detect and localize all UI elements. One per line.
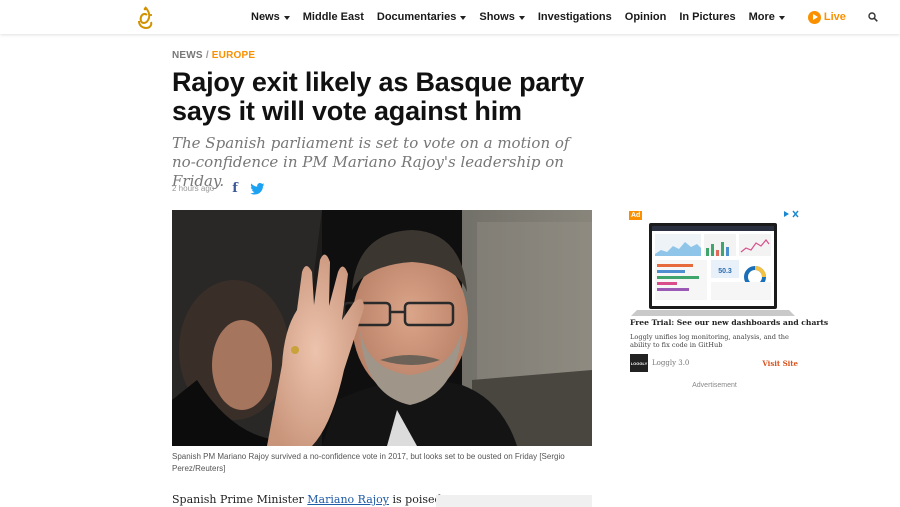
chevron-down-icon: [518, 16, 525, 20]
breadcrumb-separator: /: [205, 50, 209, 61]
breadcrumb-news-link[interactable]: NEWS: [172, 50, 203, 61]
twitter-icon[interactable]: [250, 182, 265, 195]
ad-dashboard-image[interactable]: 50.3: [627, 222, 802, 319]
nav-middle-east-label: Middle East: [302, 11, 364, 23]
nav-in-pictures[interactable]: In Pictures: [679, 11, 735, 23]
nav-news[interactable]: News: [251, 11, 290, 23]
search-icon[interactable]: [868, 12, 878, 22]
mariano-rajoy-link[interactable]: Mariano Rajoy: [307, 493, 389, 506]
ad-dashboard-metric: 50.3: [718, 268, 732, 275]
nav-opinion-label: Opinion: [624, 11, 667, 23]
live-label: Live: [823, 11, 846, 23]
nav-documentaries-label: Documentaries: [376, 11, 457, 23]
aljazeera-logo[interactable]: [135, 6, 155, 30]
play-icon: [807, 10, 821, 24]
chevron-down-icon: [460, 16, 467, 20]
live-button[interactable]: Live: [807, 10, 846, 24]
article-headline: Rajoy exit likely as Basque party says i…: [172, 67, 585, 126]
breadcrumb-europe-link[interactable]: EUROPE: [212, 50, 255, 61]
nav-opinion[interactable]: Opinion: [625, 11, 667, 23]
nav-more-label: More: [748, 11, 775, 23]
article-hero-image: [172, 210, 592, 446]
nav-documentaries[interactable]: Documentaries: [376, 11, 467, 23]
ad-description: Loggly unifies log monitoring, analysis,…: [630, 333, 789, 349]
ad-badge: Ad: [629, 211, 643, 220]
loggly-logo: LOGGLY: [630, 354, 648, 372]
chevron-down-icon: [283, 16, 290, 20]
inline-related-box: [436, 495, 592, 507]
article-timestamp: 2 hours ago: [172, 184, 215, 193]
facebook-icon[interactable]: f: [232, 181, 238, 196]
body-intro-text: Spanish Prime Minister: [172, 493, 308, 506]
breadcrumb: NEWS / EUROPE: [172, 50, 255, 61]
top-navigation: News Middle East Documentaries Shows Inv…: [0, 0, 900, 34]
main-menu: News Middle East Documentaries Shows Inv…: [251, 0, 878, 34]
chevron-down-icon: [778, 16, 785, 20]
advertisement[interactable]: Ad 50.3 Free Trial: See our new dashboar…: [627, 208, 828, 373]
visit-site-button[interactable]: Visit Site: [762, 359, 798, 368]
nav-investigations-label: Investigations: [537, 11, 612, 23]
ad-headline[interactable]: Free Trial: See our new dashboards and c…: [630, 318, 828, 327]
nav-shows[interactable]: Shows: [479, 11, 525, 23]
ad-choices[interactable]: [783, 210, 799, 220]
nav-news-label: News: [251, 11, 280, 23]
nav-in-pictures-label: In Pictures: [679, 11, 736, 23]
article-body-paragraph: Spanish Prime Minister Mariano Rajoy is …: [172, 493, 456, 506]
nav-more[interactable]: More: [749, 11, 785, 23]
ad-brand: Loggly 3.0: [652, 359, 690, 367]
advertisement-label: Advertisement: [692, 382, 737, 389]
image-caption: Spanish PM Mariano Rajoy survived a no-c…: [172, 452, 565, 473]
nav-shows-label: Shows: [479, 11, 515, 23]
adchoices-icon: [784, 210, 799, 218]
nav-middle-east[interactable]: Middle East: [303, 11, 364, 23]
article-meta: 2 hours ago f: [172, 181, 265, 196]
nav-investigations[interactable]: Investigations: [538, 11, 612, 23]
